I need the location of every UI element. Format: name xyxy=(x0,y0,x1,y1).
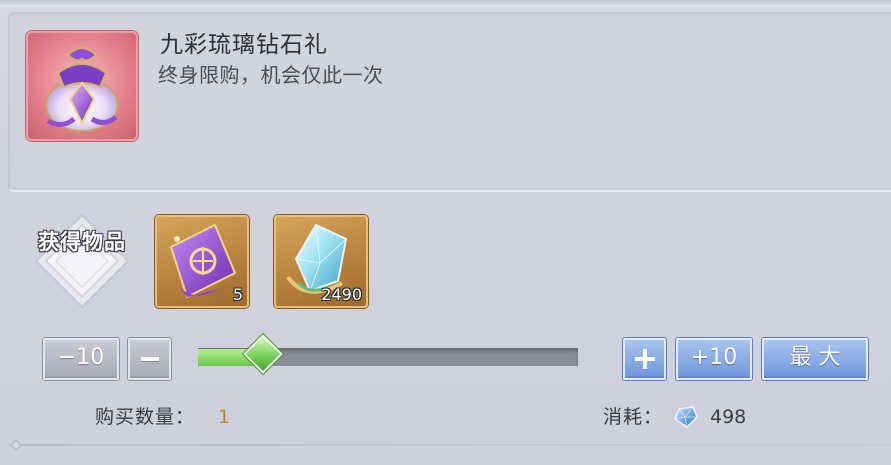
bottom-divider xyxy=(14,444,891,446)
purchase-quantity-label: 购买数量： xyxy=(95,406,196,428)
divider-ornament xyxy=(10,439,22,451)
max-button[interactable]: 最 大 xyxy=(762,338,868,380)
reward-count: 5 xyxy=(232,285,243,304)
reward-count: 2490 xyxy=(321,285,362,304)
pack-info-panel xyxy=(8,12,891,192)
blue-diamond-icon xyxy=(673,405,699,429)
plus-button[interactable] xyxy=(623,338,666,380)
purple-gift-bag-icon xyxy=(26,31,138,141)
reward-item-slot[interactable]: 5 xyxy=(155,215,249,308)
obtain-badge-icon xyxy=(34,213,130,309)
pack-description: 终身限购，机会仅此一次 xyxy=(158,63,384,87)
reward-item-slot[interactable]: 2490 xyxy=(274,215,368,308)
purchase-quantity-value: 1 xyxy=(218,406,231,428)
cost-value: 498 xyxy=(710,406,747,428)
minus-button[interactable] xyxy=(128,338,171,380)
cost-label: 消耗： xyxy=(603,406,664,428)
minus-icon xyxy=(140,357,159,361)
quantity-slider-handle[interactable] xyxy=(243,334,283,374)
minus-ten-button[interactable]: −10 xyxy=(43,338,119,380)
top-border xyxy=(0,0,891,6)
plus-ten-button[interactable]: +10 xyxy=(676,338,752,380)
pack-title: 九彩琉璃钻石礼 xyxy=(160,32,328,58)
obtain-items-label: 获得物品 xyxy=(38,230,126,254)
